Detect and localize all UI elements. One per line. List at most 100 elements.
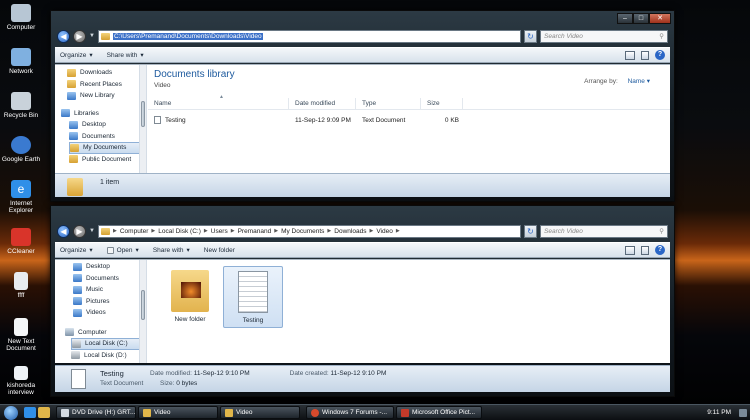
address-path[interactable]: C:\Users\Premanand\Documents\Downloads\V… [113, 32, 263, 40]
arrange-by: Arrange by: Name ▾ [584, 77, 650, 85]
recent-pages-chevron-icon[interactable]: ▼ [89, 33, 95, 39]
desktop-icon-ffff[interactable]: ffff [0, 272, 42, 299]
open-button[interactable]: Open ▾ [106, 246, 139, 254]
help-icon[interactable]: ? [655, 245, 665, 255]
column-header-size[interactable]: Size [421, 98, 463, 109]
nav-item-recent-places[interactable]: Recent Places [67, 79, 146, 91]
item-label: New folder [174, 316, 206, 323]
folder-icon [67, 68, 76, 77]
text-file-icon [14, 366, 28, 380]
desktop-icon-label: Recycle Bin [3, 112, 39, 119]
breadcrumb-video[interactable]: Video [376, 228, 393, 235]
desktop-icon-google-earth[interactable]: Google Earth [0, 136, 42, 163]
nav-item-videos[interactable]: Videos [73, 307, 146, 319]
internet-explorer-icon[interactable] [24, 407, 36, 418]
breadcrumb-premanand[interactable]: Premanand [238, 228, 272, 235]
recent-pages-chevron-icon[interactable]: ▼ [89, 228, 95, 234]
view-options-icon[interactable] [625, 50, 635, 60]
folder-icon [70, 143, 79, 152]
details-file-name: Testing [100, 369, 124, 378]
breadcrumb-downloads[interactable]: Downloads [334, 228, 366, 235]
item-tile-testing[interactable]: Testing [223, 266, 283, 328]
share-with-button[interactable]: Share with ▾ [153, 246, 190, 255]
item-tile-new-folder[interactable]: New folder [162, 266, 218, 328]
breadcrumb-my-documents[interactable]: My Documents [281, 228, 324, 235]
back-button[interactable]: ◀ [57, 29, 70, 43]
new-folder-button[interactable]: New folder [204, 247, 235, 254]
breadcrumb-users[interactable]: Users [211, 228, 228, 235]
back-button[interactable]: ◀ [57, 224, 70, 238]
task-video-1[interactable]: Video [138, 406, 218, 419]
nav-item-computer[interactable]: Computer [65, 327, 146, 339]
search-icon[interactable]: ⚲ [659, 32, 664, 40]
nav-item-documents[interactable]: Documents [73, 273, 146, 285]
preview-pane-icon[interactable] [641, 245, 649, 255]
nav-item-desktop[interactable]: Desktop [73, 261, 146, 273]
minimize-button[interactable]: – [617, 13, 633, 24]
search-icon[interactable]: ⚲ [659, 227, 664, 235]
desktop-icon-label: Computer [6, 24, 36, 31]
libraries-icon [61, 109, 70, 118]
help-icon[interactable]: ? [655, 50, 665, 60]
organize-button[interactable]: Organize ▾ [60, 246, 93, 255]
preview-pane-icon[interactable] [641, 50, 649, 60]
start-button[interactable] [4, 405, 18, 420]
nav-item-local-disk-c[interactable]: Local Disk (C:) [71, 338, 146, 350]
close-button[interactable]: ✕ [649, 13, 671, 24]
desktop-icon-recycle-bin[interactable]: Recycle Bin [0, 92, 42, 119]
taskbar: DVD Drive (H:) GRT... Video Video Window… [0, 404, 750, 420]
column-header-name[interactable]: Name [148, 98, 289, 109]
search-box[interactable]: Search Video ⚲ [540, 224, 668, 238]
task-video-2[interactable]: Video [220, 406, 300, 419]
file-name-cell: Testing [148, 115, 289, 126]
maximize-button[interactable]: □ [633, 13, 649, 24]
search-box[interactable]: Search Video ⚲ [540, 29, 668, 43]
forward-button[interactable]: ▶ [73, 224, 86, 238]
nav-scrollbar[interactable] [139, 65, 146, 176]
nav-item-pictures[interactable]: Pictures [73, 296, 146, 308]
explorer-window-video: ◀ ▶ ▼ ▶ Computer ▶ Local Disk (C:) ▶ Use… [50, 205, 675, 397]
view-options-icon[interactable] [625, 245, 635, 255]
share-with-button[interactable]: Share with ▾ [107, 51, 144, 60]
explorer-icon[interactable] [38, 407, 50, 418]
nav-item-public-documents[interactable]: Public Document [69, 154, 146, 166]
column-header-date-modified[interactable]: Date modified [289, 98, 356, 109]
desktop-icon-computer[interactable]: Computer [0, 4, 42, 31]
chevron-down-icon: ▾ [135, 247, 139, 254]
address-bar[interactable]: C:\Users\Premanand\Documents\Downloads\V… [98, 29, 521, 43]
desktop-icon-internet-explorer[interactable]: e Internet Explorer [0, 180, 42, 214]
nav-item-new-library[interactable]: New Library [67, 90, 146, 102]
nav-item-desktop[interactable]: Desktop [69, 119, 146, 131]
desktop-icon-ccleaner[interactable]: CCleaner [0, 228, 42, 255]
forward-button[interactable]: ▶ [73, 29, 86, 43]
internet-explorer-icon: e [11, 180, 31, 198]
nav-item-documents[interactable]: Documents [69, 131, 146, 143]
desktop-icon-kishoreda-interview[interactable]: kishoreda interview [0, 366, 42, 396]
nav-item-downloads[interactable]: Downloads [67, 67, 146, 79]
task-microsoft-office-picture[interactable]: Microsoft Office Pict... [396, 406, 482, 419]
navigation-pane: Desktop Documents Music Pictures Videos … [55, 260, 147, 363]
show-desktop-icon[interactable] [739, 408, 747, 417]
organize-button[interactable]: Organize ▾ [60, 51, 93, 60]
nav-item-local-disk-d[interactable]: Local Disk (D:) [71, 350, 146, 362]
clock[interactable]: 9:11 PM [707, 409, 731, 416]
desktop-icon-network[interactable]: Network [0, 48, 42, 75]
breadcrumb-computer[interactable]: Computer [120, 228, 149, 235]
scrollbar-thumb[interactable] [141, 290, 145, 320]
details-modified-value: 11-Sep-12 9:10 PM [193, 370, 250, 377]
nav-scrollbar[interactable] [139, 260, 146, 363]
nav-item-my-documents[interactable]: My Documents [69, 142, 146, 154]
column-header-type[interactable]: Type [356, 98, 421, 109]
scrollbar-thumb[interactable] [141, 101, 145, 127]
nav-item-libraries[interactable]: Libraries [61, 108, 146, 120]
task-dvd-drive[interactable]: DVD Drive (H:) GRT... [56, 406, 136, 419]
file-row[interactable]: Testing 11-Sep-12 9:09 PM Text Document … [148, 115, 670, 126]
breadcrumb[interactable]: ▶ Computer ▶ Local Disk (C:) ▶ Users ▶ P… [98, 224, 521, 238]
desktop-icon-new-text-document[interactable]: New Text Document [0, 318, 42, 352]
task-windows-7-forums[interactable]: Windows 7 Forums -... [306, 406, 394, 419]
arrange-by-dropdown[interactable]: Name ▾ [628, 78, 650, 85]
nav-item-music[interactable]: Music [73, 284, 146, 296]
breadcrumb-local-disk-c[interactable]: Local Disk (C:) [158, 228, 201, 235]
refresh-button[interactable]: ↻ [524, 29, 537, 43]
refresh-button[interactable]: ↻ [524, 224, 537, 238]
